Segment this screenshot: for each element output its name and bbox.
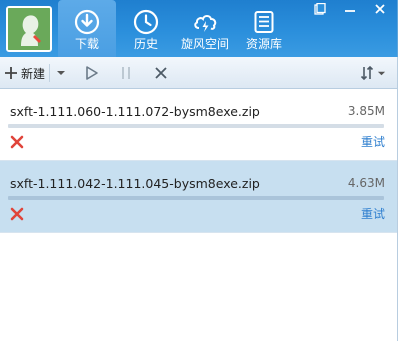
start-icon[interactable]: [83, 64, 101, 82]
tab-label: 历史: [133, 37, 158, 51]
tab-resource-library[interactable]: 资源库: [235, 0, 293, 57]
retry-link[interactable]: 重试: [361, 133, 385, 150]
separator: [49, 64, 51, 82]
file-size: 3.85M: [347, 104, 385, 118]
download-row[interactable]: sxft-1.111.060-1.111.072-bysm8exe.zip 3.…: [0, 89, 398, 161]
file-name: sxft-1.111.042-1.111.045-bysm8exe.zip: [10, 176, 260, 191]
new-task-dropdown-icon[interactable]: [56, 68, 66, 78]
user-silhouette-icon: [8, 8, 50, 50]
cloud-space-icon: [194, 15, 217, 32]
progress-bar: [8, 124, 384, 128]
resource-library-icon: [254, 11, 274, 33]
progress-bar: [8, 196, 384, 200]
error-icon: [10, 207, 24, 221]
download-row[interactable]: sxft-1.111.042-1.111.045-bysm8exe.zip 4.…: [0, 161, 398, 233]
delete-icon[interactable]: [152, 64, 170, 82]
sort-dropdown-icon[interactable]: [377, 69, 386, 78]
file-name: sxft-1.111.060-1.111.072-bysm8exe.zip: [10, 104, 260, 119]
tab-history[interactable]: 历史: [117, 0, 175, 57]
header-bar: 下载 历史 旋风空间 资源库: [0, 0, 398, 57]
close-button[interactable]: [366, 0, 394, 18]
sort-icon[interactable]: [359, 64, 377, 82]
minimize-icon: [345, 10, 355, 12]
tab-label: 旋风空间: [180, 37, 229, 51]
pause-icon[interactable]: [117, 64, 135, 82]
new-task-label: 新建: [21, 66, 46, 81]
tab-download[interactable]: 下载: [58, 0, 116, 57]
minimize-button[interactable]: [336, 0, 364, 18]
mini-mode-button[interactable]: [306, 0, 334, 18]
error-icon: [10, 135, 24, 149]
close-icon: [375, 4, 385, 14]
mini-mode-icon: [314, 3, 326, 15]
avatar[interactable]: [6, 6, 52, 52]
toolbar: 新建: [0, 57, 398, 89]
tab-cloud-space[interactable]: 旋风空间: [176, 0, 234, 57]
tab-label: 资源库: [245, 37, 282, 51]
tab-label: 下载: [74, 37, 99, 51]
download-icon: [74, 9, 100, 35]
retry-link[interactable]: 重试: [361, 205, 385, 222]
file-size: 4.63M: [347, 176, 385, 190]
history-icon: [133, 9, 159, 35]
plus-icon: [5, 67, 17, 79]
